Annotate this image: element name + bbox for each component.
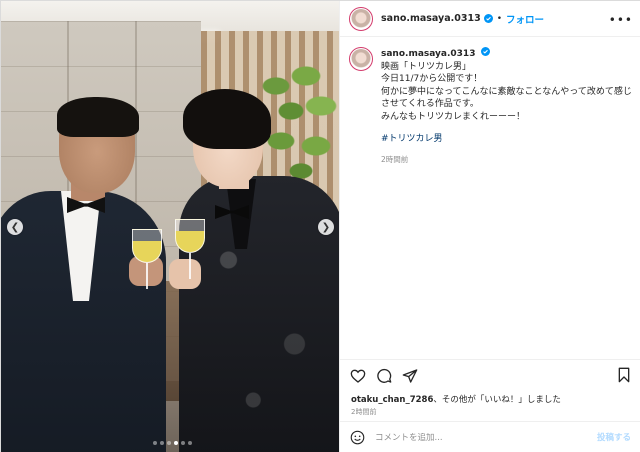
- carousel-next-button[interactable]: ❯: [318, 219, 334, 235]
- caption-avatar[interactable]: [349, 47, 373, 71]
- post-timestamp: 2時間前: [351, 408, 377, 416]
- carousel-dot: [167, 441, 171, 445]
- caption-line: 今日11/7から公開です！: [381, 74, 483, 84]
- emoji-icon[interactable]: [350, 430, 365, 445]
- right-person-hand: [169, 259, 201, 289]
- comment-bar: [340, 421, 640, 452]
- comment-icon[interactable]: [376, 368, 392, 384]
- chevron-right-icon: ❯: [321, 221, 331, 233]
- likes-text: 、その他が「いいね！」しました: [433, 395, 561, 405]
- likes-summary: otaku_chan_7286、その他が「いいね！」しました: [351, 393, 561, 405]
- caption-line: 何かに夢中になってこんなに素敵なことなんやって改めて感じさせてくれる作品です。: [381, 86, 632, 110]
- verified-badge-icon: [483, 14, 493, 23]
- caption-line: みんなもトリツカレまくれーーー！: [381, 111, 526, 122]
- bookmark-icon[interactable]: [617, 367, 631, 383]
- liker-username[interactable]: otaku_chan_7286: [351, 395, 433, 405]
- header-username[interactable]: sano.masaya.0313: [381, 13, 481, 24]
- carousel-indicator: [153, 441, 192, 445]
- caption: sano.masaya.0313 映画「トリツカレ男」 今日11/7から公開です…: [349, 47, 637, 166]
- chevron-left-icon: ❮: [10, 221, 20, 233]
- carousel-dot: [188, 441, 192, 445]
- heart-icon[interactable]: [350, 368, 366, 384]
- right-person-hair: [183, 89, 271, 149]
- post-side-panel: sano.masaya.0313 • フォロー ••• sano.masaya.…: [339, 1, 640, 452]
- avatar[interactable]: [349, 6, 373, 31]
- header-separator: •: [496, 13, 503, 24]
- hashtag-link[interactable]: #トリツカレ男: [381, 133, 636, 146]
- caption-line: 映画「トリツカレ男」: [381, 61, 472, 72]
- carousel-dot: [153, 441, 157, 445]
- left-person-hair: [57, 97, 139, 137]
- wine-glass-left-stem: [146, 263, 148, 289]
- comment-input[interactable]: [375, 432, 575, 443]
- carousel-prev-button[interactable]: ❮: [7, 219, 23, 235]
- carousel-dot: [160, 441, 164, 445]
- wine-glass-right-stem: [189, 253, 191, 279]
- post-photo[interactable]: ❮ ❯: [1, 1, 339, 452]
- caption-username[interactable]: sano.masaya.0313: [381, 49, 475, 59]
- action-bar: [340, 359, 640, 391]
- follow-button[interactable]: フォロー: [506, 12, 544, 26]
- carousel-dot: [181, 441, 185, 445]
- share-icon[interactable]: [402, 368, 418, 384]
- verified-badge-icon: [481, 47, 491, 56]
- carousel-dot: [174, 441, 178, 445]
- wine-glass-left: [132, 229, 162, 263]
- more-options-icon[interactable]: •••: [609, 13, 633, 27]
- right-person-suit: [179, 176, 339, 452]
- instagram-post: ❮ ❯ sano.masaya.0313 • フォロー ••• sano.mas…: [0, 0, 640, 452]
- post-comment-button[interactable]: 投稿する: [597, 431, 631, 443]
- caption-timestamp: 2時間前: [381, 154, 409, 164]
- wine-glass-right: [175, 219, 205, 253]
- post-header: sano.masaya.0313 • フォロー •••: [340, 1, 640, 37]
